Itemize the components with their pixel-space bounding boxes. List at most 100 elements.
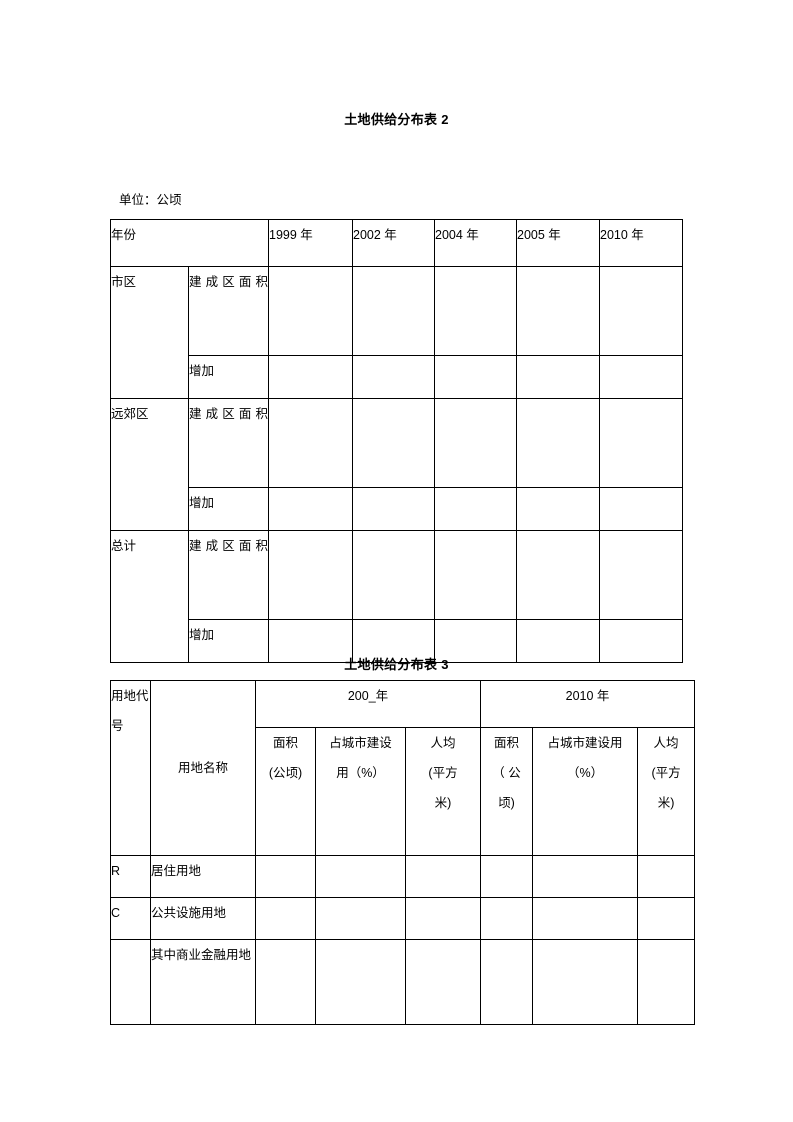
table3-header-percapita-b-line2: (平方 xyxy=(651,766,681,780)
table2-data-cell[interactable] xyxy=(352,355,436,399)
table2-header-year-2010: 2010 年 xyxy=(599,219,684,267)
table3-header-area-b-line2: （ 公 xyxy=(492,766,521,780)
table3-title: 土地供给分布表 3 xyxy=(344,657,449,672)
table3-header-area-a-line1: 面积 xyxy=(272,736,298,750)
table3-header-code-label: 用地代号 xyxy=(110,680,151,856)
table3-data-cell[interactable] xyxy=(404,897,482,940)
table3-header-area-b-line1: 面积 xyxy=(494,736,520,750)
table2-data-cell[interactable] xyxy=(516,398,601,488)
table2-data-cell[interactable] xyxy=(268,530,354,620)
table3-data-cell[interactable] xyxy=(315,855,406,898)
table2-row: 增加 xyxy=(111,355,684,399)
table2-metric-label: 建成区面积 xyxy=(187,266,270,356)
table2-header-year-2004: 2004 年 xyxy=(434,219,518,267)
table2-data-cell[interactable] xyxy=(599,355,684,399)
table3-row-code xyxy=(110,939,151,1025)
table3-data-cell[interactable] xyxy=(315,939,406,1025)
table3-header-period-200x: 200_年 xyxy=(254,680,482,728)
table3-header-area-a: 面积 (公顷) xyxy=(255,727,316,856)
table2-metric-label: 增加 xyxy=(187,355,270,399)
table2-data-cell[interactable] xyxy=(434,355,518,399)
table2-data-cell[interactable] xyxy=(268,355,354,399)
table2-data-cell[interactable] xyxy=(434,398,518,488)
table2-header-year-label: 年份 xyxy=(109,219,270,267)
land-use-table-3: 用地代号 用地名称 200_年 2010 年 面积 (公顷) 占城市建设 用（%… xyxy=(110,680,696,1025)
table2-header-year-2002: 2002 年 xyxy=(352,219,436,267)
table3-data-cell[interactable] xyxy=(637,939,696,1025)
document-page: 土地供给分布表 2 单位：公顷 年份 1999 年 2002 年 2004 年 … xyxy=(0,0,793,1122)
table2-data-cell[interactable] xyxy=(434,266,518,356)
table3-group-header-row: 用地代号 用地名称 200_年 2010 年 xyxy=(110,680,696,856)
table2-data-cell[interactable] xyxy=(516,266,601,356)
table3-header-percapita-a-line1: 人均 xyxy=(430,736,456,750)
table2-data-cell[interactable] xyxy=(516,530,601,620)
table2-data-cell[interactable] xyxy=(516,355,601,399)
table2-data-cell[interactable] xyxy=(434,530,518,620)
table2-row: 市区 建成区面积 xyxy=(110,266,684,399)
table2-metric-label: 增加 xyxy=(187,487,270,531)
table3-data-cell[interactable] xyxy=(637,855,696,898)
table3-header-share-b: 占城市建设用 （%） xyxy=(532,727,639,856)
table3-header-share-a-line2: 用（%） xyxy=(336,766,385,780)
table3-row-code: C xyxy=(110,897,151,940)
table3-header-share-b-line2: （%） xyxy=(566,766,604,780)
table3-header-name-label: 用地名称 xyxy=(150,680,256,856)
table3-header-percapita-b: 人均 (平方 米) xyxy=(637,727,696,856)
table3-header-period-2010: 2010 年 xyxy=(480,680,696,728)
table2-metric-label: 建成区面积 xyxy=(187,530,270,620)
table3-header-percapita-b-line1: 人均 xyxy=(653,736,679,750)
table2-data-cell[interactable] xyxy=(599,398,684,488)
table2-group-label-zongji: 总计 xyxy=(110,530,189,663)
table3-data-cell[interactable] xyxy=(255,897,316,940)
table2-data-cell[interactable] xyxy=(599,487,684,531)
table3-data-cell[interactable] xyxy=(255,855,316,898)
table2-data-cell[interactable] xyxy=(352,487,436,531)
table3-data-cell[interactable] xyxy=(480,855,534,898)
table2-row: 总计 建成区面积 xyxy=(110,530,684,663)
table2-data-cell[interactable] xyxy=(268,398,354,488)
table2-group-label-yuanjiaoqu: 远郊区 xyxy=(110,398,189,531)
table3-header-area-b: 面积 （ 公 顷) xyxy=(480,727,534,856)
table2-title: 土地供给分布表 2 xyxy=(344,112,449,127)
table3-header-share-b-line1: 占城市建设用 xyxy=(547,736,623,750)
table3-header-area-b-line3: 顷) xyxy=(498,796,515,810)
table3-data-cell[interactable] xyxy=(637,897,696,940)
table3-header-percapita-a-line3: 米) xyxy=(434,796,452,810)
table3-data-cell[interactable] xyxy=(532,939,639,1025)
table3-data-cell[interactable] xyxy=(532,897,639,940)
table3-data-cell[interactable] xyxy=(532,855,639,898)
table3-data-cell[interactable] xyxy=(480,939,534,1025)
table3-row: R 居住用地 xyxy=(110,855,696,898)
table3-header-share-a: 占城市建设 用（%） xyxy=(315,727,406,856)
table3-row-name: 其中商业金融用地 xyxy=(150,939,256,1025)
table2-data-cell[interactable] xyxy=(599,266,684,356)
table2-header-row: 年份 1999 年 2002 年 2004 年 2005 年 2010 年 xyxy=(109,219,684,267)
table3-data-cell[interactable] xyxy=(255,939,316,1025)
table2-group-label-shiqu: 市区 xyxy=(110,266,189,399)
table2-data-cell[interactable] xyxy=(268,487,354,531)
table2-row: 远郊区 建成区面积 xyxy=(110,398,684,531)
table2-data-cell[interactable] xyxy=(352,530,436,620)
table3-data-cell[interactable] xyxy=(404,855,482,898)
table3-header-percapita-a-line2: (平方 xyxy=(428,766,458,780)
table3-header-percapita-a: 人均 (平方 米) xyxy=(404,727,482,856)
table2-header-year-1999: 1999 年 xyxy=(268,219,354,267)
table2-data-cell[interactable] xyxy=(434,487,518,531)
table2-row: 增加 xyxy=(111,487,684,531)
land-supply-table-2: 年份 1999 年 2002 年 2004 年 2005 年 2010 年 市区… xyxy=(109,219,684,663)
table2-data-cell[interactable] xyxy=(516,487,601,531)
table2-data-cell[interactable] xyxy=(599,530,684,620)
table2-data-cell[interactable] xyxy=(352,398,436,488)
table3-data-cell[interactable] xyxy=(315,897,406,940)
table3-row-name: 居住用地 xyxy=(150,855,256,898)
table3-header-percapita-b-line3: 米) xyxy=(657,796,675,810)
table2-data-cell[interactable] xyxy=(352,266,436,356)
table3-header-area-a-line2: (公顷) xyxy=(268,766,303,780)
table2-header-year-2005: 2005 年 xyxy=(516,219,601,267)
table2-data-cell[interactable] xyxy=(268,266,354,356)
table3-header-share-a-line1: 占城市建设 xyxy=(329,736,392,750)
table3-data-cell[interactable] xyxy=(480,897,534,940)
table3-row: 其中商业金融用地 xyxy=(110,939,696,1025)
table3-data-cell[interactable] xyxy=(404,939,482,1025)
table2-metric-label: 建成区面积 xyxy=(187,398,270,488)
